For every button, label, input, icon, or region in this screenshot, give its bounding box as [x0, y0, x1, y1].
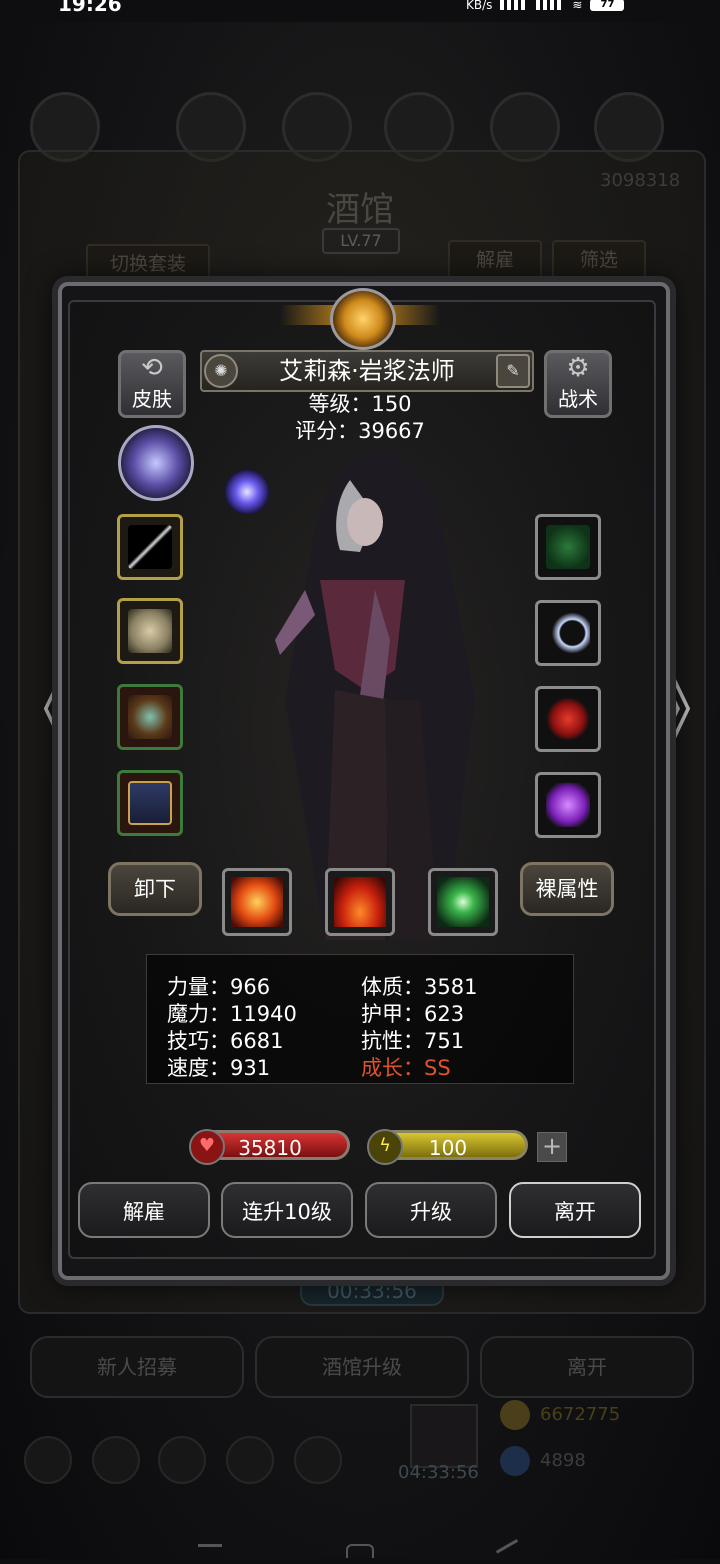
- status-icons: KB/s ≋ 77: [466, 0, 625, 12]
- naked-attributes-button[interactable]: 裸属性: [520, 862, 614, 916]
- back-nav-icon[interactable]: [495, 1539, 525, 1564]
- bg-tavern-level: LV.77: [322, 228, 400, 254]
- tavern-upgrade-button: 酒馆升级: [255, 1336, 469, 1398]
- moon-icon: [546, 611, 590, 655]
- bg-gift-icon: [410, 1404, 478, 1468]
- rune-slot-1[interactable]: [535, 514, 601, 580]
- bg-gold-amount: 3098318: [600, 170, 681, 191]
- stat-growth: 成长：SS: [361, 1056, 451, 1080]
- bg-bottom-icon-1: [24, 1436, 72, 1484]
- bg-bottom-icon-2: [92, 1436, 140, 1484]
- bg-switch-outfit-button: 切换套装: [86, 244, 210, 284]
- bg-gold: 6672775: [540, 1404, 621, 1425]
- bg-bottom-icon-4: [226, 1436, 274, 1484]
- hero-class-icon[interactable]: [118, 425, 194, 501]
- hp-value: 35810: [238, 1136, 302, 1160]
- bg-filter-button: 筛选: [552, 240, 646, 280]
- bg-leave-button: 离开: [480, 1336, 694, 1398]
- purple-gem-icon: [546, 783, 590, 827]
- menu-nav-icon[interactable]: [198, 1544, 222, 1559]
- explosion-skill-icon: [231, 877, 283, 927]
- gem-badge-icon: ✺: [204, 354, 238, 388]
- status-bar: 19:26 KB/s ≋ 77: [0, 0, 720, 22]
- magic-orb-icon: [225, 470, 269, 514]
- energy-bar: ϟ 100: [367, 1129, 528, 1165]
- heart-icon: ♥: [189, 1129, 225, 1165]
- necklace-slot[interactable]: [117, 684, 183, 750]
- wifi-icon: ≋: [572, 0, 583, 12]
- stats-panel: 力量：966 体质：3581 魔力：11940 护甲：623 技巧：6681 抗…: [146, 954, 574, 1084]
- weapon-slot[interactable]: [117, 514, 183, 580]
- green-rune-icon: [546, 525, 590, 569]
- upgrade-button[interactable]: 升级: [365, 1182, 497, 1238]
- skin-label: 皮肤: [132, 387, 172, 411]
- signal-icon: [500, 0, 529, 10]
- tactics-button[interactable]: ⚙ 战术: [544, 350, 612, 418]
- stat-strength: 力量：966: [167, 975, 271, 999]
- spear-icon: [128, 525, 172, 569]
- rune-slot-4[interactable]: [535, 772, 601, 838]
- bg-recruit-timer: 00:33:56: [300, 1276, 444, 1306]
- home-nav-icon[interactable]: [346, 1544, 374, 1558]
- dialog-emblem-icon: [330, 288, 396, 350]
- bg-gold-icon: [500, 1400, 530, 1430]
- stat-speed: 速度：931: [167, 1056, 271, 1080]
- green-flame-skill-icon: [437, 877, 489, 927]
- hero-portrait: [225, 450, 475, 940]
- level-up-10-button[interactable]: 连升10级: [221, 1182, 353, 1238]
- bg-bottom-icon-5: [294, 1436, 342, 1484]
- leave-button[interactable]: 离开: [509, 1182, 641, 1238]
- book-slot[interactable]: [117, 770, 183, 836]
- prev-hero-arrow[interactable]: 《: [10, 680, 74, 744]
- skill-slot-2[interactable]: [325, 868, 395, 936]
- bg-gems: 4898: [540, 1450, 586, 1471]
- skill-slot-3[interactable]: [428, 868, 498, 936]
- system-nav-bar: [0, 1538, 720, 1564]
- bg-gift-timer: 04:33:56: [398, 1462, 479, 1483]
- rune-slot-2[interactable]: [535, 600, 601, 666]
- skill-slot-1[interactable]: [222, 868, 292, 936]
- hp-bar: ♥ 35810: [189, 1129, 350, 1165]
- newbie-recruit-button: 新人招募: [30, 1336, 244, 1398]
- bg-tavern-title: 酒馆: [326, 190, 394, 230]
- rune-slot-3[interactable]: [535, 686, 601, 752]
- bg-gem-icon: [500, 1446, 530, 1476]
- signal-icon-2: [536, 0, 565, 10]
- shirt-icon: ⟲: [141, 353, 163, 383]
- amulet-icon: [128, 695, 172, 739]
- red-stone-icon: [546, 697, 590, 741]
- hero-name-bar: ✺ 艾莉森·岩浆法师 ✎: [200, 350, 534, 392]
- bg-dismiss-button: 解雇: [448, 240, 542, 280]
- stat-resistance: 抗性：751: [361, 1029, 465, 1053]
- clock: 19:26: [58, 0, 122, 16]
- stat-skill: 技巧：6681: [167, 1029, 284, 1053]
- bg-bottom-icon-3: [158, 1436, 206, 1484]
- skin-button[interactable]: ⟲ 皮肤: [118, 350, 186, 418]
- battery-icon: 77: [590, 0, 625, 11]
- chestplate-icon: [128, 609, 172, 653]
- gear-icon: ⚙: [566, 353, 590, 383]
- fire-skill-icon: [334, 877, 386, 927]
- unequip-button[interactable]: 卸下: [108, 862, 202, 916]
- stat-magic: 魔力：11940: [167, 1002, 297, 1026]
- tactics-label: 战术: [558, 387, 598, 411]
- spellbook-icon: [128, 781, 172, 825]
- stat-armor: 护甲：623: [361, 1002, 465, 1026]
- armor-slot[interactable]: [117, 598, 183, 664]
- network-speed: KB/s: [466, 0, 493, 12]
- dismiss-button[interactable]: 解雇: [78, 1182, 210, 1238]
- stat-constitution: 体质：3581: [361, 975, 478, 999]
- hero-name: 艾莉森·岩浆法师: [279, 357, 455, 385]
- hero-level: 等级：150: [308, 392, 412, 416]
- lightning-icon: ϟ: [367, 1129, 403, 1165]
- energy-value: 100: [428, 1136, 468, 1160]
- edit-name-icon[interactable]: ✎: [496, 354, 530, 388]
- add-energy-button[interactable]: +: [537, 1132, 567, 1162]
